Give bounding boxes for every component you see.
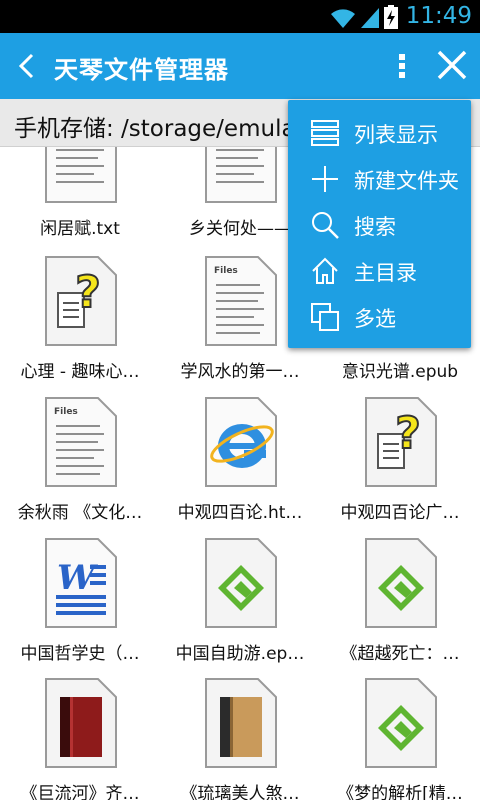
file-name: 中国自助游.ep… (175, 644, 305, 664)
html-file-icon (205, 397, 277, 487)
file-item[interactable]: 《巨流河》齐… (0, 677, 160, 800)
file-name: 意识光谱.epub (341, 362, 459, 382)
epub-icon (365, 678, 437, 768)
file-name: 《超越死亡：… (340, 644, 460, 664)
epub-icon (365, 538, 437, 628)
file-item[interactable]: W 中国哲学史（… (0, 537, 160, 677)
status-bar: 11:49 (0, 0, 480, 33)
file-name: 中观四百论.ht… (177, 503, 303, 523)
red-book-icon (45, 678, 117, 768)
file-item[interactable]: 《梦的解析[精… (320, 677, 480, 800)
action-bar: 天琴文件管理器 (0, 33, 480, 99)
svg-text:Files: Files (54, 407, 78, 417)
menu-item-label: 搜索 (354, 215, 396, 239)
text-file-icon (205, 147, 277, 203)
chevron-left-icon (18, 53, 34, 79)
file-item[interactable]: ? 中观四百论广… (320, 396, 480, 536)
file-name: 中国哲学史（… (20, 644, 140, 664)
app-title: 天琴文件管理器 (54, 56, 229, 84)
plus-icon (312, 166, 338, 192)
menu-item-label: 列表显示 (354, 123, 438, 147)
file-name: 心理 - 趣味心… (20, 362, 140, 382)
file-item[interactable]: 闲居赋.txt (0, 147, 160, 252)
file-name: 学风水的第一… (180, 362, 300, 382)
menu-item-label: 多选 (354, 307, 396, 331)
file-item[interactable]: 《超越死亡：… (320, 537, 480, 677)
list-view-icon (311, 120, 339, 146)
file-item[interactable]: 中观四百论.ht… (160, 396, 320, 536)
file-name: 中观四百论广… (340, 503, 460, 523)
status-time: 11:49 (405, 3, 472, 29)
close-button[interactable] (432, 47, 472, 85)
battery-icon (384, 5, 398, 29)
menu-item-new-folder[interactable]: 新建文件夹 (288, 156, 471, 202)
svg-text:?: ? (75, 267, 101, 318)
multi-select-icon (311, 303, 339, 331)
text-file-icon: Files (205, 256, 277, 346)
menu-item-list-view[interactable]: 列表显示 (288, 110, 471, 156)
svg-text:?: ? (395, 408, 421, 459)
file-name: 《巨流河》齐… (20, 784, 140, 800)
brown-book-icon (205, 678, 277, 768)
svg-text:Files: Files (214, 266, 238, 276)
file-item[interactable]: Files 余秋雨 《文化… (0, 396, 160, 536)
close-icon (437, 50, 467, 80)
signal-icon (361, 8, 379, 28)
file-item[interactable]: ? 心理 - 趣味心… (0, 255, 160, 395)
file-name: 闲居赋.txt (40, 219, 120, 239)
home-icon (312, 257, 338, 284)
wifi-icon (331, 9, 355, 28)
menu-item-label: 新建文件夹 (354, 169, 459, 193)
menu-item-label: 主目录 (354, 261, 417, 285)
search-icon (312, 212, 339, 239)
file-item[interactable]: 中国自助游.ep… (160, 537, 320, 677)
file-name: 余秋雨 《文化… (17, 503, 143, 523)
back-button[interactable] (10, 47, 44, 85)
menu-item-home[interactable]: 主目录 (288, 248, 471, 294)
unknown-file-icon: ? (365, 397, 437, 487)
word-doc-icon: W (45, 538, 117, 628)
epub-icon (205, 538, 277, 628)
text-file-icon (45, 147, 117, 203)
file-name: 《琉璃美人煞… (180, 784, 300, 800)
more-vert-icon (399, 54, 405, 78)
unknown-file-icon: ? (45, 256, 117, 346)
menu-item-search[interactable]: 搜索 (288, 202, 471, 248)
text-file-icon: Files (45, 397, 117, 487)
menu-item-multi-select[interactable]: 多选 (288, 294, 471, 340)
overflow-menu-button[interactable] (388, 47, 416, 85)
svg-text:W: W (57, 558, 98, 598)
status-icons (330, 5, 398, 29)
overflow-menu: 列表显示 新建文件夹 搜索 主目录 多选 (288, 100, 471, 348)
file-name: 《梦的解析[精… (337, 784, 463, 800)
file-item[interactable]: 《琉璃美人煞… (160, 677, 320, 800)
